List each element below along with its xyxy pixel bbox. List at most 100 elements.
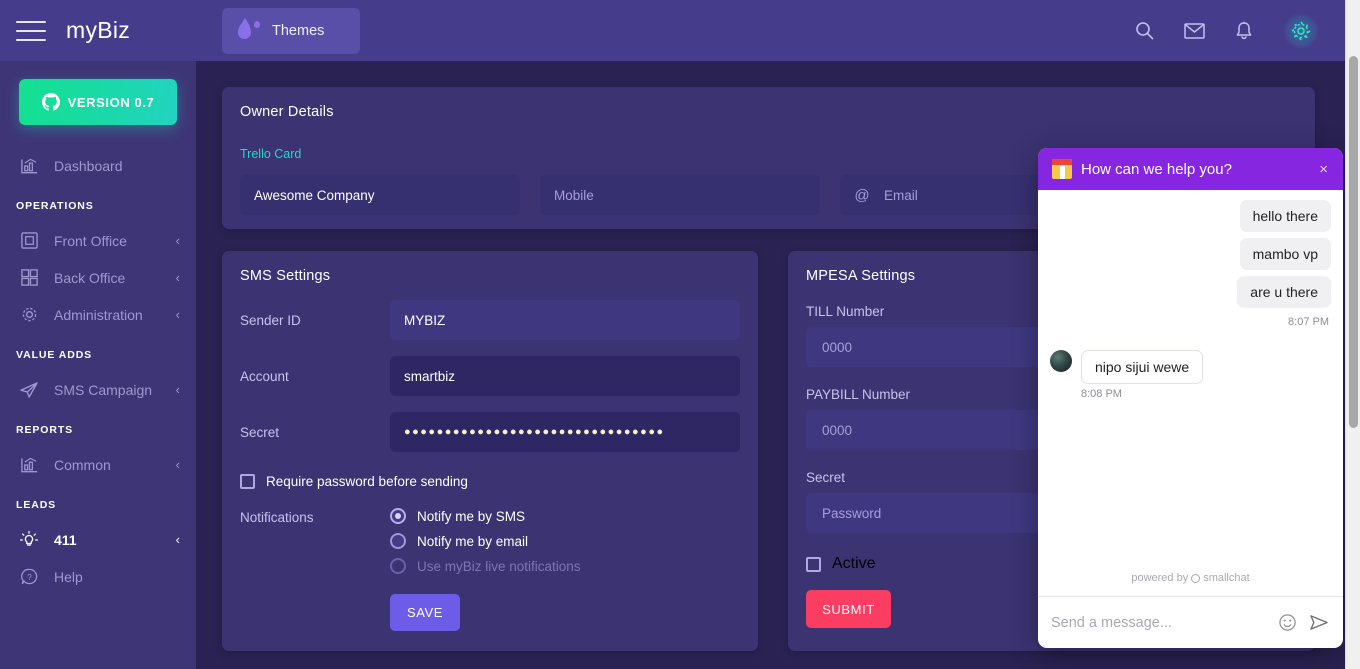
powered-by-brand: smallchat <box>1203 572 1250 584</box>
window-icon <box>18 230 40 252</box>
top-bar-icons <box>1135 12 1345 49</box>
sms-secret-row: Secret ●●●●●●●●●●●●●●●●●●●●●●●●●●●●●●●● <box>222 412 758 452</box>
radio-live-notifications: Use myBiz live notifications <box>390 558 581 574</box>
smiley-icon[interactable] <box>1278 613 1297 632</box>
chevron-left-icon: ‹ <box>175 382 180 397</box>
themes-button[interactable]: Themes <box>222 7 360 54</box>
sender-id-row: Sender ID MYBIZ <box>222 300 758 340</box>
sender-id-label: Sender ID <box>240 312 301 328</box>
question-circle-icon: ? <box>18 566 40 588</box>
powered-by-prefix: powered by <box>1131 572 1189 584</box>
chat-message-outgoing: mambo vp <box>1239 238 1331 270</box>
sms-secret-value: ●●●●●●●●●●●●●●●●●●●●●●●●●●●●●●●● <box>404 425 665 438</box>
chat-message-incoming-row: nipo sijui wewe <box>1050 328 1331 384</box>
sidebar-item-label: Front Office <box>54 232 127 249</box>
require-password-row[interactable]: Require password before sending <box>222 474 758 489</box>
mobile-input[interactable]: Mobile <box>540 175 820 215</box>
notifications-row: Notifications Notify me by SMS Notify me… <box>222 508 758 574</box>
sidebar-item-common[interactable]: Common ‹ <box>0 446 196 483</box>
chat-message-outgoing: are u there <box>1237 276 1331 308</box>
radio-notify-email[interactable]: Notify me by email <box>390 533 581 549</box>
active-label: Active <box>832 555 876 572</box>
chart-bar-icon <box>18 454 40 476</box>
app-brand: myBiz <box>66 17 131 43</box>
radio-indicator <box>390 558 406 574</box>
owner-details-title: Owner Details <box>240 104 334 120</box>
notifications-radio-group: Notify me by SMS Notify me by email Use … <box>390 508 581 574</box>
require-password-checkbox[interactable] <box>240 474 255 489</box>
save-button[interactable]: SAVE <box>390 594 460 631</box>
email-placeholder: Email <box>884 187 918 203</box>
sidebar-item-411[interactable]: 411 ‹ <box>0 521 196 558</box>
envelope-icon[interactable] <box>1184 22 1205 39</box>
chat-title: How can we help you? <box>1081 160 1232 178</box>
chevron-left-icon: ‹ <box>175 307 180 322</box>
bell-icon[interactable] <box>1235 21 1253 41</box>
sidebar-item-front-office[interactable]: Front Office ‹ <box>0 222 196 259</box>
sidebar-section-value-adds: VALUE ADDS <box>16 349 93 361</box>
sms-settings-title: SMS Settings <box>240 268 331 284</box>
sender-id-input[interactable]: MYBIZ <box>390 300 740 340</box>
gear-icon <box>18 304 40 326</box>
svg-text:?: ? <box>27 573 32 582</box>
sms-secret-label: Secret <box>240 424 280 440</box>
require-password-label: Require password before sending <box>266 474 468 489</box>
company-name-input[interactable]: Awesome Company <box>240 175 520 215</box>
chat-message-outgoing: hello there <box>1239 200 1331 232</box>
sms-secret-input[interactable]: ●●●●●●●●●●●●●●●●●●●●●●●●●●●●●●●● <box>390 412 740 452</box>
chat-timestamp-outgoing: 8:07 PM <box>1288 316 1329 328</box>
submit-button[interactable]: SUBMIT <box>806 590 891 628</box>
scrollbar-thumb[interactable] <box>1349 56 1358 428</box>
chevron-left-icon: ‹ <box>175 532 180 547</box>
themes-button-label: Themes <box>272 22 325 39</box>
chat-message-input[interactable]: Send a message... <box>1051 615 1266 631</box>
sidebar-item-label: 411 <box>54 531 77 548</box>
sidebar: VERSION 0.7 Dashboard OPERATIONS Front O… <box>0 61 196 669</box>
popcorn-emoji-icon <box>1052 159 1072 179</box>
github-icon <box>41 93 60 111</box>
hamburger-icon[interactable] <box>16 20 46 41</box>
chart-bar-icon <box>18 155 40 177</box>
sidebar-item-back-office[interactable]: Back Office ‹ <box>0 259 196 296</box>
radio-label: Notify me by email <box>417 533 529 549</box>
chat-message-incoming: nipo sijui wewe <box>1081 350 1204 384</box>
sidebar-item-label: Help <box>54 568 83 585</box>
chat-timestamp-incoming: 8:08 PM <box>1081 388 1122 400</box>
version-label: VERSION 0.7 <box>67 94 155 110</box>
radio-label: Notify me by SMS <box>417 508 526 524</box>
paper-plane-icon <box>18 379 40 401</box>
sidebar-item-sms-campaign[interactable]: SMS Campaign ‹ <box>0 371 196 408</box>
account-input[interactable]: smartbiz <box>390 356 740 396</box>
sidebar-item-label: Dashboard <box>54 157 123 174</box>
chat-widget: How can we help you? × hello there mambo… <box>1038 148 1343 648</box>
sidebar-item-label: Administration <box>54 306 143 323</box>
version-badge[interactable]: VERSION 0.7 <box>19 79 177 125</box>
send-arrow-icon[interactable] <box>1309 613 1330 632</box>
account-row: Account smartbiz <box>222 356 758 396</box>
chat-input-bar[interactable]: Send a message... <box>1038 596 1343 648</box>
lightbulb-icon <box>18 529 40 551</box>
sidebar-item-label: SMS Campaign <box>54 381 153 398</box>
account-label: Account <box>240 368 289 384</box>
search-icon[interactable] <box>1135 21 1154 40</box>
sidebar-item-administration[interactable]: Administration ‹ <box>0 296 196 333</box>
app-root: myBiz Themes VERSION 0.7 Dashboard OPERA… <box>0 0 1360 669</box>
chevron-left-icon: ‹ <box>175 233 180 248</box>
active-checkbox[interactable] <box>806 556 821 572</box>
sidebar-item-dashboard[interactable]: Dashboard <box>0 147 196 184</box>
gear-icon[interactable] <box>1283 12 1319 49</box>
powered-by-footer: powered by smallchat <box>1038 572 1343 596</box>
sidebar-item-label: Back Office <box>54 269 126 286</box>
chevron-left-icon: ‹ <box>175 270 180 285</box>
close-icon[interactable]: × <box>1316 157 1331 182</box>
sidebar-item-help[interactable]: ? Help <box>0 558 196 595</box>
page-scrollbar[interactable] <box>1345 0 1360 669</box>
smallchat-logo-icon <box>1191 573 1201 583</box>
sms-settings-card: SMS Settings Sender ID MYBIZ Account sma… <box>222 251 758 651</box>
chat-message-list: hello there mambo vp are u there 8:07 PM… <box>1038 190 1343 572</box>
radio-notify-sms[interactable]: Notify me by SMS <box>390 508 581 524</box>
sidebar-section-operations: OPERATIONS <box>16 200 94 212</box>
sidebar-nav: Dashboard OPERATIONS Front Office ‹ Back… <box>0 147 196 595</box>
top-bar: myBiz Themes <box>0 0 1345 61</box>
radio-indicator <box>390 508 406 524</box>
